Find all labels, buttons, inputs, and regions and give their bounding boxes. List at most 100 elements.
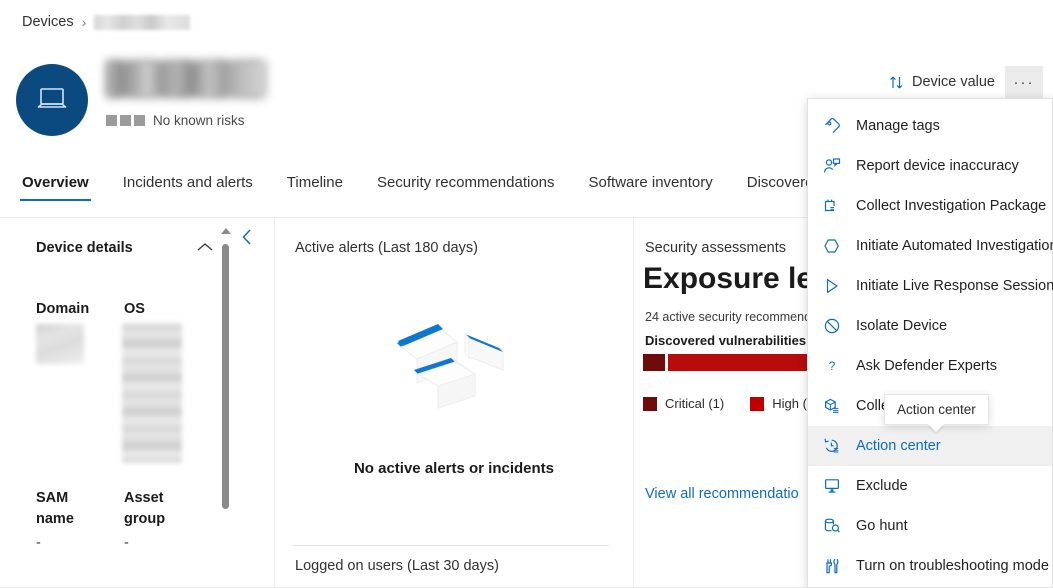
device-value-label: Device value: [912, 74, 995, 90]
tab-bar: Overview Incidents and alerts Timeline S…: [20, 170, 824, 205]
breadcrumb-separator: ›: [82, 14, 87, 30]
legend-label-critical: Critical (1): [665, 396, 724, 411]
tab-label: Incidents and alerts: [123, 174, 253, 191]
legend-item-high: High (1: [750, 396, 814, 411]
play-triangle-icon: [822, 276, 842, 296]
risk-block: [134, 115, 145, 126]
tab-label: Overview: [22, 174, 89, 191]
device-name-redacted-overlay: [106, 62, 266, 96]
device-page: Devices › No known risks Device value ··: [0, 0, 1053, 588]
menu-item-report-device-inaccuracy[interactable]: Report device inaccuracy: [808, 146, 1052, 186]
laptop-icon: [35, 86, 69, 114]
scroll-up-arrow-icon[interactable]: [221, 228, 231, 234]
no-active-alerts-message: No active alerts or incidents: [275, 460, 633, 477]
menu-item-label: Ask Defender Experts: [856, 358, 997, 374]
scrollbar-thumb[interactable]: [222, 244, 229, 509]
svg-text:?: ?: [829, 359, 836, 373]
risk-level-label: No known risks: [153, 113, 245, 128]
tab-incidents-and-alerts[interactable]: Incidents and alerts: [121, 170, 255, 205]
field-label-domain: Domain: [36, 301, 89, 317]
tab-security-recommendations[interactable]: Security recommendations: [375, 170, 557, 205]
menu-item-label: Manage tags: [856, 118, 940, 134]
tools-icon: [822, 556, 842, 576]
tab-timeline[interactable]: Timeline: [285, 170, 345, 205]
menu-item-label: Isolate Device: [856, 318, 947, 334]
device-value-button[interactable]: Device value: [879, 68, 1005, 96]
legend-item-critical: Critical (1): [643, 396, 724, 411]
monitor-exclude-icon: [822, 476, 842, 496]
tag-icon: [822, 116, 842, 136]
box-icon: [822, 396, 842, 416]
menu-item-label: Action center: [856, 438, 941, 454]
menu-item-turn-on-troubleshooting-mode[interactable]: Turn on troubleshooting mode: [808, 546, 1052, 586]
menu-item-label: Initiate Live Response Session: [856, 278, 1053, 294]
menu-item-action-center[interactable]: Action center: [808, 426, 1052, 466]
breadcrumb-devices-link[interactable]: Devices: [22, 14, 74, 30]
legend-swatch-high: [750, 397, 764, 411]
chevron-up-icon: [196, 241, 214, 253]
more-actions-button[interactable]: ···: [1005, 66, 1043, 98]
menu-item-exclude[interactable]: Exclude: [808, 466, 1052, 506]
risk-level-blocks: [106, 115, 145, 126]
risk-block: [120, 115, 131, 126]
menu-item-initiate-live-response-session[interactable]: Initiate Live Response Session: [808, 266, 1052, 306]
device-risk-level: No known risks: [106, 113, 245, 128]
device-actions-context-menu: Manage tags Report device inaccuracy: [807, 98, 1053, 588]
view-all-recommendations-link[interactable]: View all recommendatio: [645, 486, 799, 502]
device-details-scrollbar[interactable]: [219, 226, 233, 588]
collapse-side-panel-button[interactable]: [240, 228, 254, 251]
hexagon-icon: [822, 236, 842, 256]
field-label-asset-group: Asset group: [124, 488, 194, 530]
tab-software-inventory[interactable]: Software inventory: [587, 170, 715, 205]
exposure-level-heading: Exposure lev: [643, 262, 830, 296]
tab-label: Software inventory: [589, 174, 713, 191]
question-mark-icon: ?: [822, 356, 842, 376]
active-recommendations-text: 24 active security recommendat: [645, 310, 821, 324]
menu-item-manage-tags[interactable]: Manage tags: [808, 106, 1052, 146]
breadcrumb: Devices ›: [22, 14, 190, 30]
menu-item-go-hunt[interactable]: Go hunt: [808, 506, 1052, 546]
menu-item-collect-investigation-package[interactable]: Collect Investigation Package: [808, 186, 1052, 226]
menu-item-initiate-automated-investigation[interactable]: Initiate Automated Investigation: [808, 226, 1052, 266]
tab-label: Security recommendations: [377, 174, 555, 191]
field-value-asset-group: -: [124, 535, 129, 551]
legend-swatch-critical: [643, 397, 657, 411]
active-alerts-panel: Active alerts (Last 180 days): [275, 218, 633, 588]
vulnerability-legend: Critical (1) High (1: [643, 396, 814, 411]
field-label-os: OS: [124, 301, 145, 317]
bar-segment-critical: [643, 354, 665, 371]
tab-label: Timeline: [287, 174, 343, 191]
alerts-divider: [293, 545, 609, 546]
person-feedback-icon: [822, 156, 842, 176]
empty-cards-illustration: [379, 308, 529, 423]
tab-overview[interactable]: Overview: [20, 170, 91, 205]
history-clock-icon: [822, 436, 842, 456]
active-alerts-title: Active alerts (Last 180 days): [295, 240, 478, 256]
field-value-domain-redacted: [36, 324, 84, 364]
menu-item-label: Collect Investigation Package: [856, 198, 1046, 214]
menu-item-isolate-device[interactable]: Isolate Device: [808, 306, 1052, 346]
field-value-sam-name: -: [36, 535, 41, 551]
menu-item-label: Go hunt: [856, 518, 908, 534]
menu-item-ask-defender-experts[interactable]: ? Ask Defender Experts: [808, 346, 1052, 386]
discovered-vulnerabilities-label: Discovered vulnerabilities (19: [645, 333, 829, 348]
database-search-icon: [822, 516, 842, 536]
device-details-title: Device details: [36, 240, 133, 256]
logged-on-users-title: Logged on users (Last 30 days): [295, 558, 499, 574]
security-assessments-title: Security assessments: [645, 240, 786, 256]
menu-item-label: Initiate Automated Investigation: [856, 238, 1053, 254]
field-label-sam-name: SAM name: [36, 488, 96, 530]
menu-item-label: Exclude: [856, 478, 908, 494]
device-avatar: [16, 64, 88, 136]
block-circle-icon: [822, 316, 842, 336]
breadcrumb-device-name-redacted: [94, 15, 190, 30]
device-details-panel: Device details Domain OS SAM name - Asse…: [0, 218, 218, 588]
package-collect-icon: [822, 196, 842, 216]
tooltip-text: Action center: [897, 402, 976, 417]
chevron-left-icon: [240, 228, 254, 246]
field-value-os-redacted: [122, 323, 182, 463]
panel-divider-right: [633, 218, 634, 588]
device-details-collapse-button[interactable]: [196, 240, 214, 258]
device-toolbar: Device value ···: [879, 66, 1043, 98]
menu-item-label: Report device inaccuracy: [856, 158, 1019, 174]
